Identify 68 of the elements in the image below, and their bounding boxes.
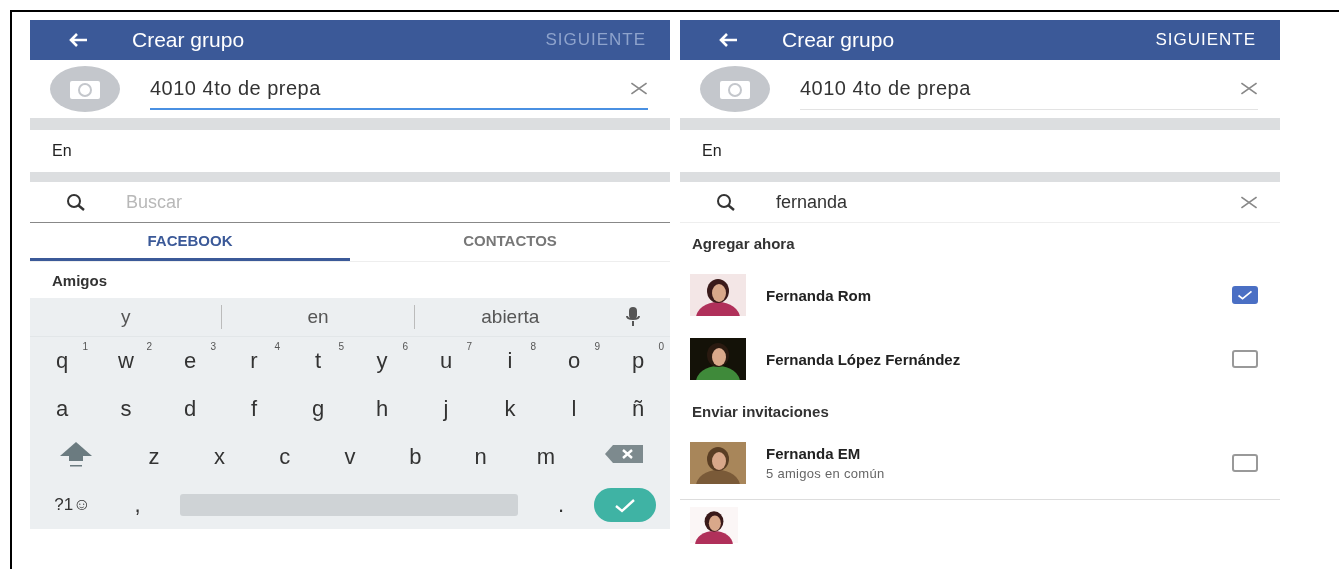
privacy-label[interactable]: En [52, 142, 72, 160]
person-row[interactable]: Fernanda Rom [680, 263, 1280, 327]
section-heading: Enviar invitaciones [692, 402, 829, 420]
next-button[interactable]: SIGUIENTE [1155, 30, 1256, 50]
keyboard-key[interactable]: h [350, 385, 414, 433]
keyboard-key[interactable]: f [222, 385, 286, 433]
keyboard-key[interactable]: ñ [606, 385, 670, 433]
person-row[interactable]: Fernanda López Fernández [680, 327, 1280, 391]
tab[interactable]: FACEBOOK [30, 223, 350, 261]
keyboard-key[interactable]: a [30, 385, 94, 433]
keyboard-key[interactable]: q $^{1}$ [30, 337, 94, 385]
clear-icon[interactable] [1240, 195, 1258, 209]
section-heading: Amigos [52, 271, 107, 289]
search-icon [66, 193, 86, 211]
keyboard-key[interactable]: o $^{9}$ [542, 337, 606, 385]
keyboard-key[interactable]: g [286, 385, 350, 433]
group-name-field[interactable]: 4010 4to de prepa [800, 68, 1258, 110]
group-name-field[interactable]: 4010 4to de prepa [150, 68, 648, 110]
keyboard-key[interactable]: u $^{7}$ [414, 337, 478, 385]
keyboard-key[interactable]: r $^{4}$ [222, 337, 286, 385]
checkbox[interactable] [1232, 454, 1258, 472]
mutual-friends: 5 amigos en común [766, 466, 886, 481]
person-name: Fernanda Rom [766, 286, 872, 304]
keyboard-key[interactable]: k [478, 385, 542, 433]
keyboard-key[interactable]: z [121, 433, 187, 481]
keyboard-key[interactable]: d [158, 385, 222, 433]
keyboard-key[interactable]: v [317, 433, 383, 481]
keyboard-key[interactable]: p $^{0}$ [606, 337, 670, 385]
search-field[interactable]: Buscar [126, 191, 648, 213]
keyboard-key[interactable]: y $^{6}$ [350, 337, 414, 385]
checkmark-icon [613, 497, 637, 513]
checkbox[interactable] [1232, 350, 1258, 368]
clear-icon[interactable] [630, 81, 648, 95]
back-arrow-icon[interactable] [718, 32, 738, 48]
keyboard-key[interactable]: b [382, 433, 448, 481]
keyboard-key[interactable]: l [542, 385, 606, 433]
keyboard-key[interactable]: j [414, 385, 478, 433]
word-suggestion[interactable]: abierta [414, 306, 606, 328]
backspace-icon [603, 442, 646, 466]
keyboard-key[interactable]: ?1☺ [30, 481, 115, 529]
keyboard-key[interactable]: m [513, 433, 579, 481]
word-suggestion[interactable]: en [222, 306, 414, 328]
person-name: Fernanda López Fernández [766, 350, 962, 368]
keyboard-key[interactable]: . [538, 481, 584, 529]
privacy-label[interactable]: En [702, 142, 722, 160]
keyboard-key[interactable]: w $^{2}$ [94, 337, 158, 385]
section-heading: Agregar ahora [692, 234, 795, 252]
keyboard-key[interactable]: s [94, 385, 158, 433]
checkbox[interactable] [1232, 286, 1258, 304]
clear-icon[interactable] [1240, 82, 1258, 95]
keyboard-key[interactable]: i $^{8}$ [478, 337, 542, 385]
search-field[interactable]: fernanda [776, 191, 1200, 213]
checkmark-icon [1235, 288, 1255, 302]
keyboard-key[interactable]: n [448, 433, 514, 481]
keyboard-key[interactable]: t $^{5}$ [286, 337, 350, 385]
word-suggestion[interactable]: y [30, 306, 222, 328]
person-name: Fernanda EM [766, 445, 862, 462]
screen-title: Crear grupo [782, 28, 896, 52]
tab[interactable]: CONTACTOS [350, 223, 670, 261]
search-icon [716, 193, 736, 211]
screen-title: Crear grupo [132, 28, 246, 52]
keyboard-key[interactable]: x [186, 433, 253, 481]
keyboard-key[interactable]: e $^{3}$ [158, 337, 222, 385]
microphone-icon[interactable] [626, 307, 640, 327]
back-arrow-icon[interactable] [68, 32, 88, 48]
done-key[interactable] [594, 488, 656, 522]
keyboard-key[interactable]: , [114, 481, 161, 529]
keyboard-key[interactable]: c [252, 433, 318, 481]
